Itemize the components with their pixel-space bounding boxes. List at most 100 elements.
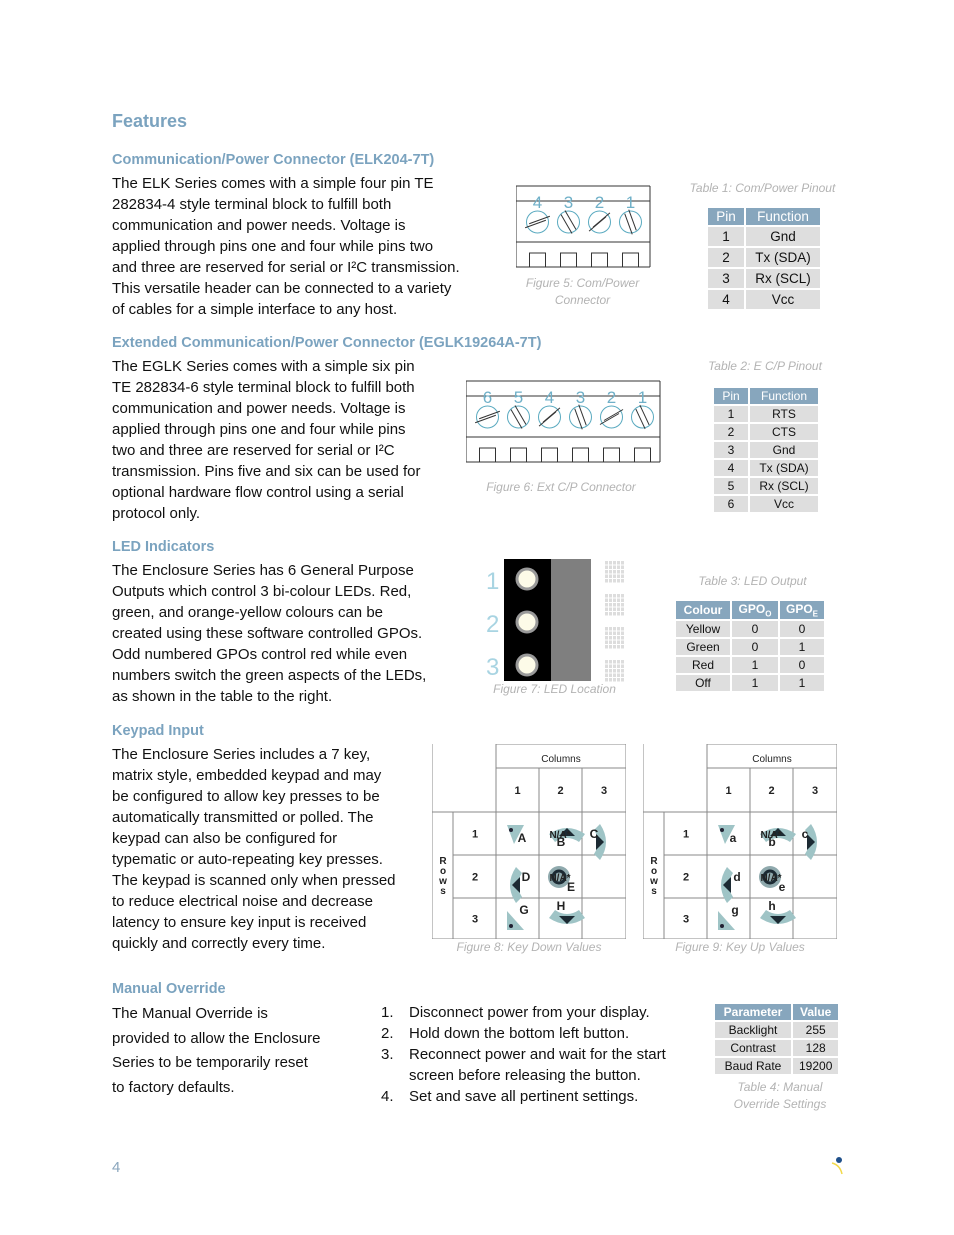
grid-label: 1: [514, 785, 520, 797]
pin-slot: [591, 252, 608, 268]
screw-terminal: [600, 405, 623, 429]
column-header: Value: [793, 1004, 839, 1020]
section-heading-led: LED Indicators: [112, 539, 215, 555]
key-h: [760, 910, 796, 924]
grid-label: N/A*: [760, 830, 781, 841]
key-H: [549, 910, 585, 924]
page-number: 4: [112, 1159, 121, 1176]
led-number-label: 2: [486, 611, 499, 638]
text-line: Series to be temporarily reset: [112, 1054, 308, 1071]
section-body-led: The Enclosure Series has 6 General Purpo…: [112, 560, 452, 707]
table-cell: Gnd: [746, 227, 820, 246]
table-cell: Tx (SDA): [750, 460, 818, 476]
text-line: The Enclosure Series includes a 7 key,: [112, 746, 371, 763]
figure-6-caption: Figure 6: Ext C/P Connector: [486, 480, 636, 494]
screw-terminal: [507, 405, 530, 429]
section-body-override: The Manual Override is provided to allow…: [112, 1002, 320, 1100]
pin-number-label: 3: [576, 388, 585, 407]
grid-label: 3: [683, 914, 689, 926]
text-line: transmission. Pins five and six can be u…: [112, 463, 421, 480]
pin-slot: [572, 447, 589, 463]
table-row: 1 Gnd: [708, 227, 820, 246]
grid-label: 2: [683, 872, 689, 884]
figure-8-caption: Figure 8: Key Down Values: [456, 940, 602, 954]
list-item: 2. Hold down the bottom left button.: [381, 1023, 701, 1044]
table-cell: RTS: [750, 406, 818, 422]
section-heading-ext: Extended Communication/Power Connector (…: [112, 335, 542, 351]
screw-terminal: [557, 210, 580, 234]
grid-label: 1: [472, 829, 478, 841]
grid-label: G: [519, 903, 528, 917]
pin-slot: [479, 447, 496, 463]
table-row: Backlight 255: [715, 1022, 839, 1038]
table-cell: 128: [793, 1040, 839, 1056]
table-cell: 1: [714, 406, 748, 422]
text-line: to factory defaults.: [112, 1078, 235, 1096]
table-row: 3 Rx (SCL): [708, 269, 820, 288]
screw-terminal: [526, 210, 549, 234]
step-text: Reconnect power and wait for the start: [409, 1046, 666, 1063]
table-cell: 2: [708, 248, 744, 267]
text-line: automatically transmitted or polled. The: [112, 809, 374, 826]
table-row: 1 RTS: [714, 406, 818, 422]
text-line: communication and power needs. Voltage i…: [112, 400, 406, 417]
led-number-label: 3: [486, 654, 499, 681]
grid-label: s: [651, 886, 657, 897]
table-row: Contrast 128: [715, 1040, 839, 1056]
text-line: applied through pins one and four while …: [112, 238, 434, 255]
grid-label: N/A*: [760, 873, 781, 884]
table-cell: 3: [708, 269, 744, 288]
table-cell: 4: [714, 460, 748, 476]
table-cell: 3: [714, 442, 748, 458]
pin-slot: [529, 252, 546, 268]
column-header: Function: [746, 208, 820, 225]
grid-label: 3: [601, 785, 607, 797]
table-cell: 5: [714, 478, 748, 494]
text-line: Outputs which control 3 bi-colour LEDs. …: [112, 583, 412, 600]
text-line: The EGLK Series comes with a simple six …: [112, 358, 415, 375]
step-number: 2.: [381, 1025, 394, 1042]
table-cell: Red: [676, 657, 730, 674]
column-header: Function: [750, 388, 818, 404]
key-up-grid: Columns 1 2 3 1 2 3 Ro w s a b c d e g h N/A* N/A*: [642, 743, 838, 940]
led-indicator: [515, 610, 539, 634]
table-cell: 4: [708, 290, 744, 309]
grid-label: D: [522, 870, 531, 884]
grid-label: 2: [472, 872, 478, 884]
grid-label: 3: [472, 914, 478, 926]
step-number: 3.: [381, 1046, 394, 1063]
table-row: Yellow 0 0: [676, 621, 825, 638]
table-row: 4 Tx (SDA): [714, 460, 818, 476]
table-cell: Yellow: [676, 621, 730, 638]
table-cell: Off: [676, 675, 730, 692]
text-line: created using these software controlled …: [112, 625, 423, 642]
section-heading-comm: Communication/Power Connector (ELK204-7T…: [112, 152, 435, 168]
table-cell: Backlight: [715, 1022, 791, 1038]
table-cell: Green: [676, 639, 730, 656]
grid-label: C: [590, 827, 599, 841]
screw-terminal: [631, 405, 654, 429]
step-text: Set and save all pertinent settings.: [409, 1088, 639, 1105]
step-text: Disconnect power from your display.: [409, 1004, 650, 1021]
grid-label: H: [557, 899, 566, 913]
list-item: 3. Reconnect power and wait for the start…: [381, 1044, 701, 1086]
grid-label: 3: [812, 785, 818, 797]
grid-label: d: [733, 870, 740, 884]
keypad-matrix: Columns1 2 3123RowsA BCDEG HN/A*N/A*: [431, 743, 627, 940]
grid-label: N/A*: [549, 830, 570, 841]
pin-number-label: 4: [533, 193, 542, 212]
pin-number-label: 2: [595, 193, 604, 212]
text-line: The Manual Override is: [112, 1005, 268, 1022]
table-row: Off 1 1: [676, 675, 825, 692]
text-line: to reduce electrical noise and decrease: [112, 893, 373, 910]
table-cell: 0: [780, 657, 825, 674]
led-output-table: Colour GPOO GPOE Yellow 0 0 Green 0 1 Red 1 0 Off…: [674, 599, 826, 693]
section-body-keypad: The Enclosure Series includes a 7 key, m…: [112, 744, 422, 954]
grid-label: g: [731, 903, 738, 917]
pin-number-label: 1: [638, 388, 647, 407]
table-row: 2 Tx (SDA): [708, 248, 820, 267]
table-cell: Contrast: [715, 1040, 791, 1056]
table-2-caption: Table 2: E C/P Pinout: [708, 359, 822, 373]
pin-slot: [541, 447, 558, 463]
section-body-comm: The ELK Series comes with a simple four …: [112, 173, 492, 320]
